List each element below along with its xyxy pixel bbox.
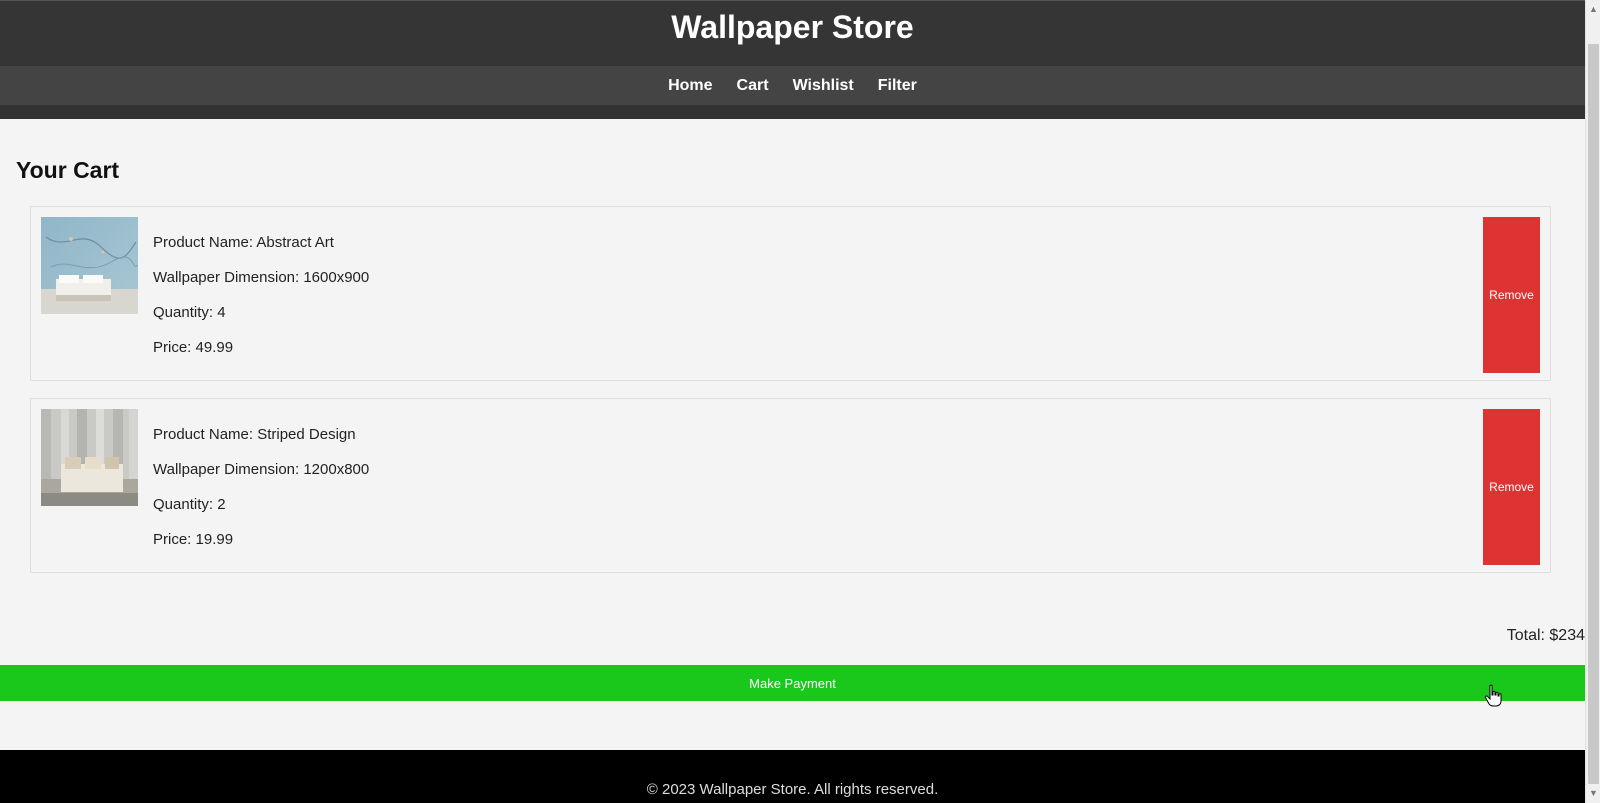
nav-cart-link[interactable]: Cart xyxy=(737,77,769,95)
scroll-down-arrow-icon[interactable]: ▼ xyxy=(1586,786,1600,801)
nav-wishlist-link[interactable]: Wishlist xyxy=(793,77,854,95)
price: Price: 49.99 xyxy=(153,339,234,356)
site-footer: © 2023 Wallpaper Store. All rights reser… xyxy=(0,750,1585,803)
item-details: Product Name: Abstract Art Wallpaper Dim… xyxy=(153,235,369,375)
price: Price: 19.99 xyxy=(153,531,234,548)
site-header: Wallpaper Store xyxy=(0,0,1585,66)
item-details: Product Name: Striped Design Wallpaper D… xyxy=(153,427,369,567)
cart-item: Product Name: Abstract Art Wallpaper Dim… xyxy=(30,206,1551,381)
scrollbar-thumb[interactable] xyxy=(1588,44,1599,784)
remove-button[interactable]: Remove xyxy=(1483,217,1540,373)
hand-cursor-icon xyxy=(1484,684,1504,713)
wallpaper-dimension: Wallpaper Dimension: 1600x900 xyxy=(153,269,370,286)
site-title: Wallpaper Store xyxy=(671,9,914,45)
product-name: Product Name: Abstract Art xyxy=(153,234,334,251)
remove-button[interactable]: Remove xyxy=(1483,409,1540,565)
nav-filter-link[interactable]: Filter xyxy=(878,77,917,95)
vertical-scrollbar[interactable]: ▲ ▼ xyxy=(1585,0,1600,803)
quantity: Quantity: 4 xyxy=(153,304,226,321)
product-name: Product Name: Striped Design xyxy=(153,426,356,443)
main-nav: Home Cart Wishlist Filter xyxy=(0,66,1585,105)
scroll-up-arrow-icon[interactable]: ▲ xyxy=(1586,2,1600,17)
cart-item: Product Name: Striped Design Wallpaper D… xyxy=(30,398,1551,573)
quantity: Quantity: 2 xyxy=(153,496,226,513)
nav-home-link[interactable]: Home xyxy=(668,77,712,95)
striped-wallpaper-thumbnail xyxy=(41,409,138,506)
abstract-wallpaper-thumbnail xyxy=(41,217,138,314)
cart-total: Total: $234 xyxy=(1506,627,1585,644)
footer-copyright: © 2023 Wallpaper Store. All rights reser… xyxy=(646,781,939,798)
cart-title: Your Cart xyxy=(16,157,120,183)
nav-bottom-band xyxy=(0,105,1585,119)
make-payment-button[interactable]: Make Payment xyxy=(0,665,1585,701)
page: Wallpaper Store Home Cart Wishlist Filte… xyxy=(0,0,1585,803)
wallpaper-dimension: Wallpaper Dimension: 1200x800 xyxy=(153,461,370,478)
